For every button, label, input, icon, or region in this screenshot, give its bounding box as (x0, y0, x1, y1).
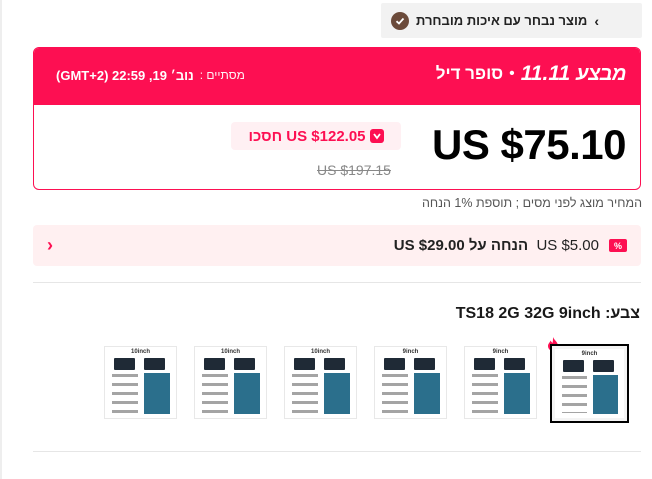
current-price: US $75.10 (432, 121, 626, 168)
deal-brand-number: 11.11 (520, 62, 571, 85)
thumbnail-option[interactable]: 9inch (464, 346, 537, 419)
thumbnail-caption: 9inch (492, 349, 509, 355)
savings-tag: US $122.05 חסכו (231, 122, 401, 150)
deal-name: סופר דיל (435, 64, 504, 83)
deal-header: מבצע 11.11 • סופר דיל מסתיים : נוב׳ 19, … (34, 48, 640, 105)
chevron-right-icon: › (594, 12, 600, 29)
section-divider (33, 451, 641, 452)
thumbnail-option[interactable]: 10inch (284, 346, 357, 419)
thumbnail-caption: 10inch (220, 349, 240, 355)
down-arrow-icon (369, 129, 384, 143)
check-badge-icon (391, 11, 409, 30)
coupon-bar[interactable]: % US $5.00 הנחה על US $29.00 ‹ (33, 225, 641, 266)
choice-quality-badge[interactable]: מוצר נבחר עם איכות מובחרת › (381, 3, 642, 38)
deal-timer: מסתיים : נוב׳ 19, 22:59 (GMT+2) (56, 68, 245, 83)
timer-value: נוב׳ 19, 22:59 (GMT+2) (56, 68, 194, 83)
original-price: US $197.15 (317, 162, 391, 178)
thumbnail-caption: 9inch (581, 351, 598, 357)
deal-title: מבצע 11.11 • סופר דיל (435, 62, 627, 86)
coupon-discount: US $5.00 (536, 237, 599, 254)
super-deal-card: מבצע 11.11 • סופר דיל מסתיים : נוב׳ 19, … (33, 47, 641, 190)
thumbnail-caption: 9inch (402, 349, 419, 355)
color-thumbnails: 9inch 9inch 9inch 10inch 10inch 10inch (104, 337, 632, 423)
coupon-condition: הנחה על US $29.00 (393, 237, 529, 254)
timer-label: מסתיים : (199, 68, 245, 82)
savings-text: US $122.05 חסכו (248, 127, 366, 145)
deal-separator: • (509, 65, 515, 82)
coupon-icon: % (609, 239, 627, 252)
chevron-left-icon: ‹ (47, 235, 53, 255)
thumbnail-option[interactable]: 10inch (194, 346, 267, 419)
color-label: צבע: TS18 2G 32G 9inch (455, 305, 640, 322)
thumbnail-option[interactable]: 9inch (550, 344, 629, 423)
deal-brand: מבצע (576, 62, 626, 85)
section-divider (33, 282, 641, 283)
thumbnail-option[interactable]: 10inch (104, 346, 177, 419)
thumbnail-option[interactable]: 9inch (374, 346, 447, 419)
thumbnail-caption: 10inch (310, 349, 330, 355)
thumbnail-caption: 10inch (130, 349, 150, 355)
choice-badge-text: מוצר נבחר עם איכות מובחרת (416, 13, 588, 28)
price-area: US $75.10 US $122.05 חסכו US $197.15 (34, 105, 640, 189)
coupon-text: US $5.00 הנחה על US $29.00 (394, 237, 599, 254)
tax-note: המחיר מוצג לפני מסים ; תוספת 1% הנחה (422, 196, 642, 210)
left-edge-divider (0, 0, 2, 479)
